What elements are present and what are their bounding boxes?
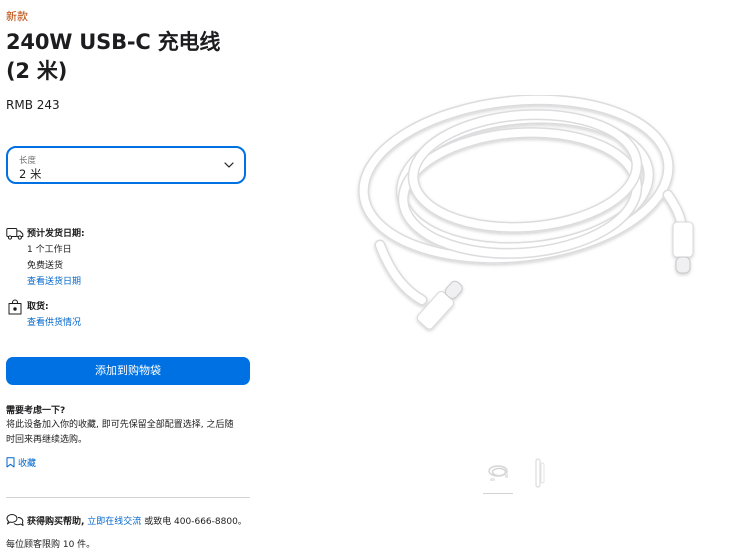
product-title-line2: (2 米) [6,59,68,83]
pickup-title: 取货: [27,302,49,312]
divider [6,497,250,498]
length-select[interactable]: 长度 2 米 [6,146,246,184]
consider-text: 将此设备加入你的收藏, 即可先保留全部配置选择, 之后随时回来再继续选购。 [6,420,234,445]
purchase-help: 获得购买帮助, 立即在线交流 或致电 400-666-8800。 [6,513,256,530]
delivery-info: 预计发货日期: 1 个工作日 免费送货 查看送货日期 [6,226,250,290]
help-phone-text: 或致电 400-666-8800。 [144,517,247,527]
consider-title: 需要考虑一下? [6,406,66,416]
new-badge: 新款 [6,10,28,23]
bookmark-icon [6,457,15,468]
thumbnail-cable-ends-image [535,458,545,488]
chat-now-link[interactable]: 立即在线交流 [87,517,141,527]
purchase-limit-text: 每位顾客限购 10 件。 [6,540,96,550]
product-page: 新款 240W USB-C 充电线 (2 米) RMB 243 长度 2 米 预… [0,0,739,558]
chevron-down-icon [224,162,234,168]
delivery-days: 1 个工作日 [27,245,72,255]
add-to-bag-button[interactable]: 添加到购物袋 [6,357,250,385]
thumbnail-coiled-cable-image [488,465,508,481]
store-bag-icon [8,299,22,315]
length-select-label: 长度 [19,156,37,166]
product-title: 240W USB-C 充电线 (2 米) [6,28,250,86]
length-select-value: 2 米 [19,167,42,181]
view-availability-link[interactable]: 查看供货情况 [27,315,81,331]
save-to-favorites-link[interactable]: 收藏 [6,457,36,471]
product-price: RMB 243 [6,98,60,112]
save-label: 收藏 [18,459,37,469]
chat-bubbles-icon [6,514,24,526]
delivery-title: 预计发货日期: [27,229,85,239]
pickup-info: 取货: 查看供货情况 [6,299,250,333]
thumbnail-1[interactable] [481,457,515,494]
product-title-line1: 240W USB-C 充电线 [6,30,221,54]
view-delivery-dates-link[interactable]: 查看送货日期 [27,274,85,290]
help-label: 获得购买帮助, [27,517,85,527]
delivery-truck-icon [6,228,24,240]
thumbnail-selected-indicator [483,493,513,494]
product-image [358,95,694,330]
delivery-free: 免费送货 [27,261,64,271]
thumbnail-2[interactable] [526,457,552,491]
